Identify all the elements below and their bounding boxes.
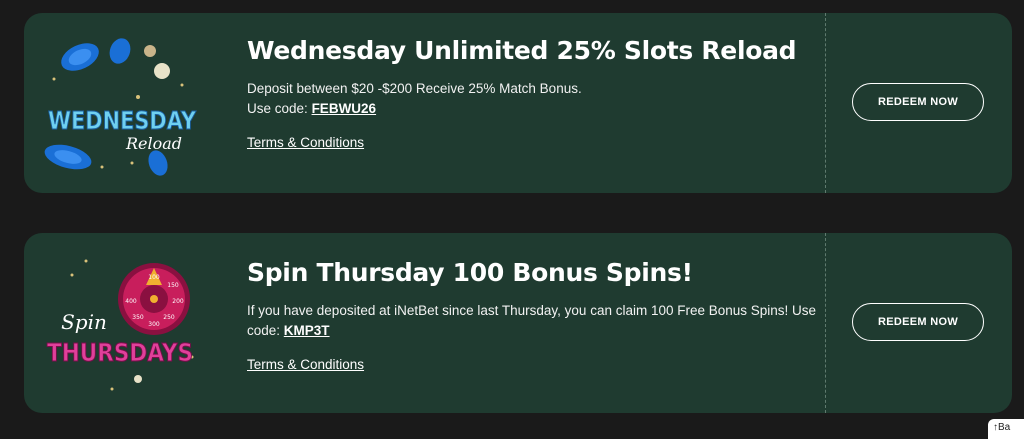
wheel-label: 350 — [132, 314, 144, 321]
promo-content: Wednesday Unlimited 25% Slots Reload Dep… — [247, 33, 817, 152]
promo-content: Spin Thursday 100 Bonus Spins! If you ha… — [247, 255, 817, 374]
dashed-divider — [825, 13, 826, 193]
redeem-now-button[interactable]: REDEEM NOW — [852, 303, 984, 341]
promo-code[interactable]: KMP3T — [284, 323, 330, 338]
redeem-now-button[interactable]: REDEEM NOW — [852, 83, 984, 121]
wheel-label: 200 — [172, 298, 184, 305]
wednesday-reload-logo: WEDNESDAY Reload — [44, 38, 197, 176]
wheel-label: 400 — [125, 298, 137, 305]
promo-description: If you have deposited at iNetBet since l… — [247, 301, 817, 341]
back-to-top-button[interactable]: ↑ Ba — [988, 419, 1024, 439]
wheel-label: 150 — [167, 282, 179, 289]
spin-thursdays-logo: 100 150 200 250 300 350 400 Spin THURSDA… — [47, 259, 194, 391]
back-to-top-label: Ba — [998, 422, 1011, 433]
logo-title-text: WEDNESDAY — [48, 106, 197, 135]
wheel-label: 100 — [148, 274, 160, 281]
promo-card-thursday: 100 150 200 250 300 350 400 Spin THURSDA… — [24, 233, 1012, 413]
promo-code[interactable]: FEBWU26 — [312, 101, 377, 116]
promo-description: Deposit between $20 -$200 Receive 25% Ma… — [247, 79, 817, 119]
dashed-divider — [825, 233, 826, 413]
terms-link[interactable]: Terms & Conditions — [247, 135, 364, 150]
wheel-label: 300 — [148, 321, 160, 328]
logo-script-text: Spin — [61, 310, 107, 334]
promo-title: Spin Thursday 100 Bonus Spins! — [247, 258, 693, 287]
promo-code-prefix: Use code: — [247, 101, 308, 116]
promo-title: Wednesday Unlimited 25% Slots Reload — [247, 36, 797, 65]
terms-link[interactable]: Terms & Conditions — [247, 357, 364, 372]
wheel-label: 250 — [163, 314, 175, 321]
logo-script-text: Reload — [125, 134, 182, 153]
promo-description-text: Deposit between $20 -$200 Receive 25% Ma… — [247, 81, 582, 96]
logo-title-text: THURSDAYS — [47, 338, 193, 367]
promo-card-wednesday: WEDNESDAY Reload Wednesday Unlimited 25%… — [24, 13, 1012, 193]
promo-code-prefix: code: — [247, 323, 281, 338]
promo-description-text: If you have deposited at iNetBet since l… — [247, 303, 817, 318]
